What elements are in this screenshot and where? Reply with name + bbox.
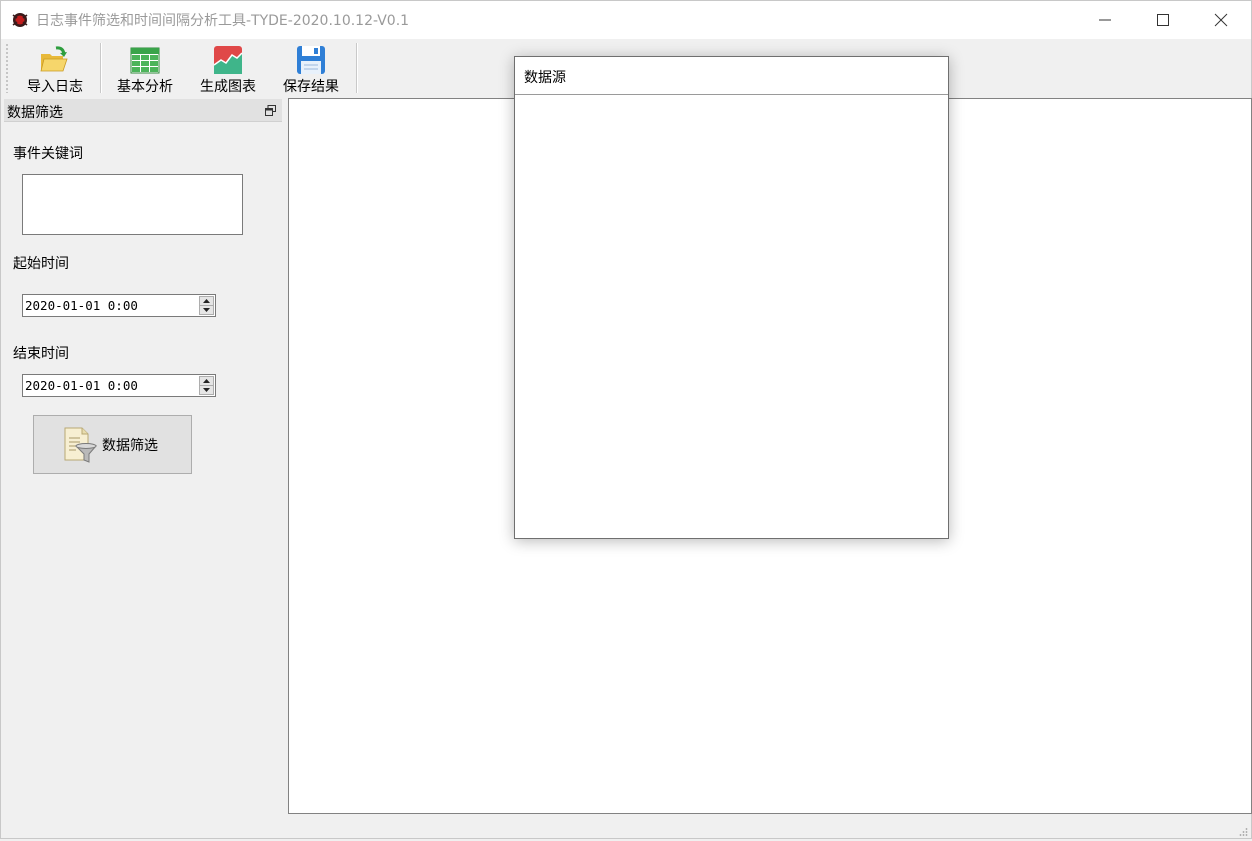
window-title: 日志事件筛选和时间间隔分析工具-TYDE-2020.10.12-V0.1: [36, 13, 410, 29]
save-result-button[interactable]: 保存结果: [275, 42, 347, 96]
table-grid-icon: [130, 45, 160, 75]
toolbar-separator: [356, 43, 358, 93]
basic-analysis-button[interactable]: 基本分析: [109, 42, 181, 96]
maximize-button[interactable]: [1134, 1, 1192, 39]
keyword-label: 事件关键词: [13, 146, 83, 162]
data-source-title: 数据源: [524, 70, 566, 86]
data-filter-label: 数据筛选: [102, 438, 158, 454]
close-icon: [1214, 13, 1228, 27]
filter-panel-header[interactable]: 数据筛选: [4, 99, 282, 122]
end-time-label: 结束时间: [13, 346, 69, 362]
minimize-button[interactable]: [1076, 1, 1134, 39]
toolbar-separator: [100, 43, 102, 93]
title-bar: 日志事件筛选和时间间隔分析工具-TYDE-2020.10.12-V0.1: [1, 1, 1251, 39]
import-log-label: 导入日志: [27, 79, 83, 95]
close-button[interactable]: [1192, 1, 1250, 39]
generate-chart-label: 生成图表: [200, 79, 256, 95]
import-log-button[interactable]: 导入日志: [19, 42, 91, 96]
arrow-down-icon: [203, 308, 210, 312]
resize-grip-icon[interactable]: [1238, 825, 1248, 836]
basic-analysis-label: 基本分析: [117, 79, 173, 95]
start-time-value: 2020-01-01 0:00: [25, 298, 138, 313]
keyword-input[interactable]: [22, 174, 243, 235]
start-time-picker[interactable]: 2020-01-01 0:00: [22, 294, 216, 317]
maximize-icon: [1157, 14, 1169, 26]
spin-down-button[interactable]: [199, 305, 214, 315]
data-filter-button[interactable]: 数据筛选: [33, 415, 192, 474]
spin-down-button[interactable]: [199, 385, 214, 395]
generate-chart-button[interactable]: 生成图表: [192, 42, 264, 96]
chart-icon: [213, 45, 243, 75]
minimize-icon: [1099, 19, 1111, 21]
data-source-window[interactable]: 数据源: [514, 56, 949, 539]
arrow-up-icon: [203, 379, 210, 383]
start-time-label: 起始时间: [13, 256, 69, 272]
end-time-picker[interactable]: 2020-01-01 0:00: [22, 374, 216, 397]
data-source-title-bar[interactable]: 数据源: [515, 57, 948, 95]
end-time-spinner: [199, 376, 214, 395]
end-time-value: 2020-01-01 0:00: [25, 378, 138, 393]
arrow-down-icon: [203, 388, 210, 392]
start-time-spinner: [199, 296, 214, 315]
main-window: 日志事件筛选和时间间隔分析工具-TYDE-2020.10.12-V0.1 导入日…: [0, 0, 1252, 839]
toolbar-grip[interactable]: [6, 43, 8, 93]
filter-panel-title: 数据筛选: [7, 105, 63, 121]
save-disk-icon: [296, 45, 326, 75]
save-result-label: 保存结果: [283, 79, 339, 95]
app-logo-icon: [11, 11, 29, 29]
arrow-up-icon: [203, 299, 210, 303]
float-window-icon[interactable]: [265, 104, 276, 116]
document-funnel-icon: [62, 426, 98, 464]
folder-open-icon: [39, 45, 69, 75]
